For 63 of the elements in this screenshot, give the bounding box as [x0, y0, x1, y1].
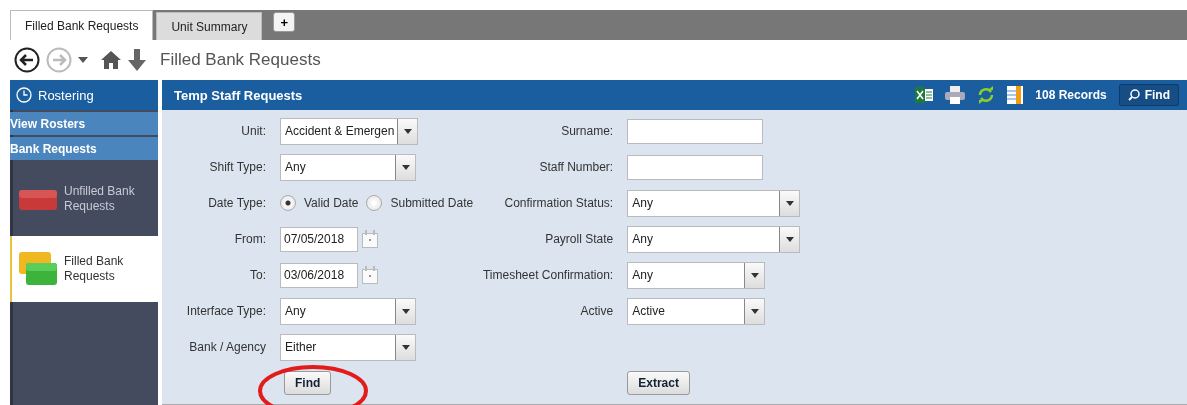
field-label: Interface Type:	[186, 303, 266, 319]
records-count: 108 Records	[1035, 88, 1107, 102]
caret-down-icon[interactable]	[78, 57, 88, 63]
radio-label: Valid Date	[304, 196, 359, 210]
home-icon[interactable]	[100, 50, 122, 70]
caret-down-icon	[750, 272, 759, 278]
spreadsheet-icon[interactable]	[915, 87, 934, 103]
columns-icon[interactable]	[1007, 86, 1024, 104]
find-toggle-button[interactable]: Find	[1118, 84, 1179, 106]
dropdown[interactable]: Active	[627, 297, 766, 325]
search-icon	[1127, 89, 1140, 101]
tab[interactable]: Filled Bank Requests	[10, 10, 154, 40]
sidebar-item[interactable]: Unfilled Bank Requests	[10, 166, 157, 232]
radio-label: Submitted Date	[390, 196, 474, 210]
field-label: Unit:	[241, 123, 266, 139]
download-arrow-icon[interactable]	[128, 49, 146, 71]
radio-button[interactable]	[366, 195, 383, 211]
refresh-icon[interactable]	[977, 86, 996, 104]
dropdown[interactable]: Any	[280, 297, 416, 325]
caret-down-icon	[785, 236, 794, 242]
caret-down-icon	[403, 128, 412, 134]
panel-title: Temp Staff Requests	[174, 87, 304, 103]
dropdown[interactable]: Either	[280, 333, 416, 361]
caret-down-icon	[401, 308, 410, 314]
caret-down-icon	[401, 344, 410, 350]
page-title: Filled Bank Requests	[160, 50, 321, 70]
date-field[interactable]: 03/06/2018	[280, 262, 358, 288]
field-label: Date Type:	[208, 195, 266, 211]
caret-down-icon	[401, 164, 410, 170]
sidebar-header[interactable]: Rostering	[10, 80, 158, 110]
dropdown[interactable]: Accident & Emergen	[280, 117, 418, 145]
tab[interactable]: Unit Summary	[156, 12, 263, 40]
extract-button[interactable]: Extract	[627, 371, 690, 395]
field-label: Bank / Agency	[189, 339, 266, 355]
caret-down-icon	[785, 200, 794, 206]
radio-button[interactable]	[280, 195, 296, 211]
field-label: Confirmation Status:	[504, 195, 614, 211]
caret-down-icon	[750, 308, 759, 314]
input-field[interactable]	[627, 118, 764, 144]
clock-icon	[16, 87, 32, 103]
dropdown[interactable]: Any	[280, 153, 416, 181]
folder-stack-icon	[18, 251, 58, 287]
back-icon[interactable]	[14, 47, 40, 73]
field-label: Payroll State	[545, 231, 614, 247]
dropdown[interactable]: Any	[627, 189, 801, 217]
sidebar-section[interactable]: View Rosters	[10, 112, 158, 135]
add-tab-button[interactable]: +	[273, 12, 296, 32]
sidebar-item[interactable]: Filled Bank Requests	[10, 236, 160, 302]
field-label: Shift Type:	[209, 159, 266, 175]
date-field[interactable]: 07/05/2018	[280, 226, 358, 252]
find-button[interactable]: Find	[284, 371, 332, 395]
sidebar-section[interactable]: Bank Requests	[10, 137, 158, 160]
input-field[interactable]	[627, 154, 764, 180]
field-label: Active	[580, 303, 614, 319]
field-label: Surname:	[561, 123, 614, 139]
field-label: Timesheet Confirmation:	[482, 267, 614, 283]
sidebar-title: Rostering	[38, 87, 94, 103]
field-label: From:	[234, 231, 266, 247]
printer-icon[interactable]	[945, 86, 966, 104]
field-label: Staff Number:	[539, 159, 614, 175]
dropdown[interactable]: Any	[627, 261, 766, 289]
field-label: To:	[250, 267, 266, 283]
dropdown[interactable]: Any	[627, 225, 801, 253]
